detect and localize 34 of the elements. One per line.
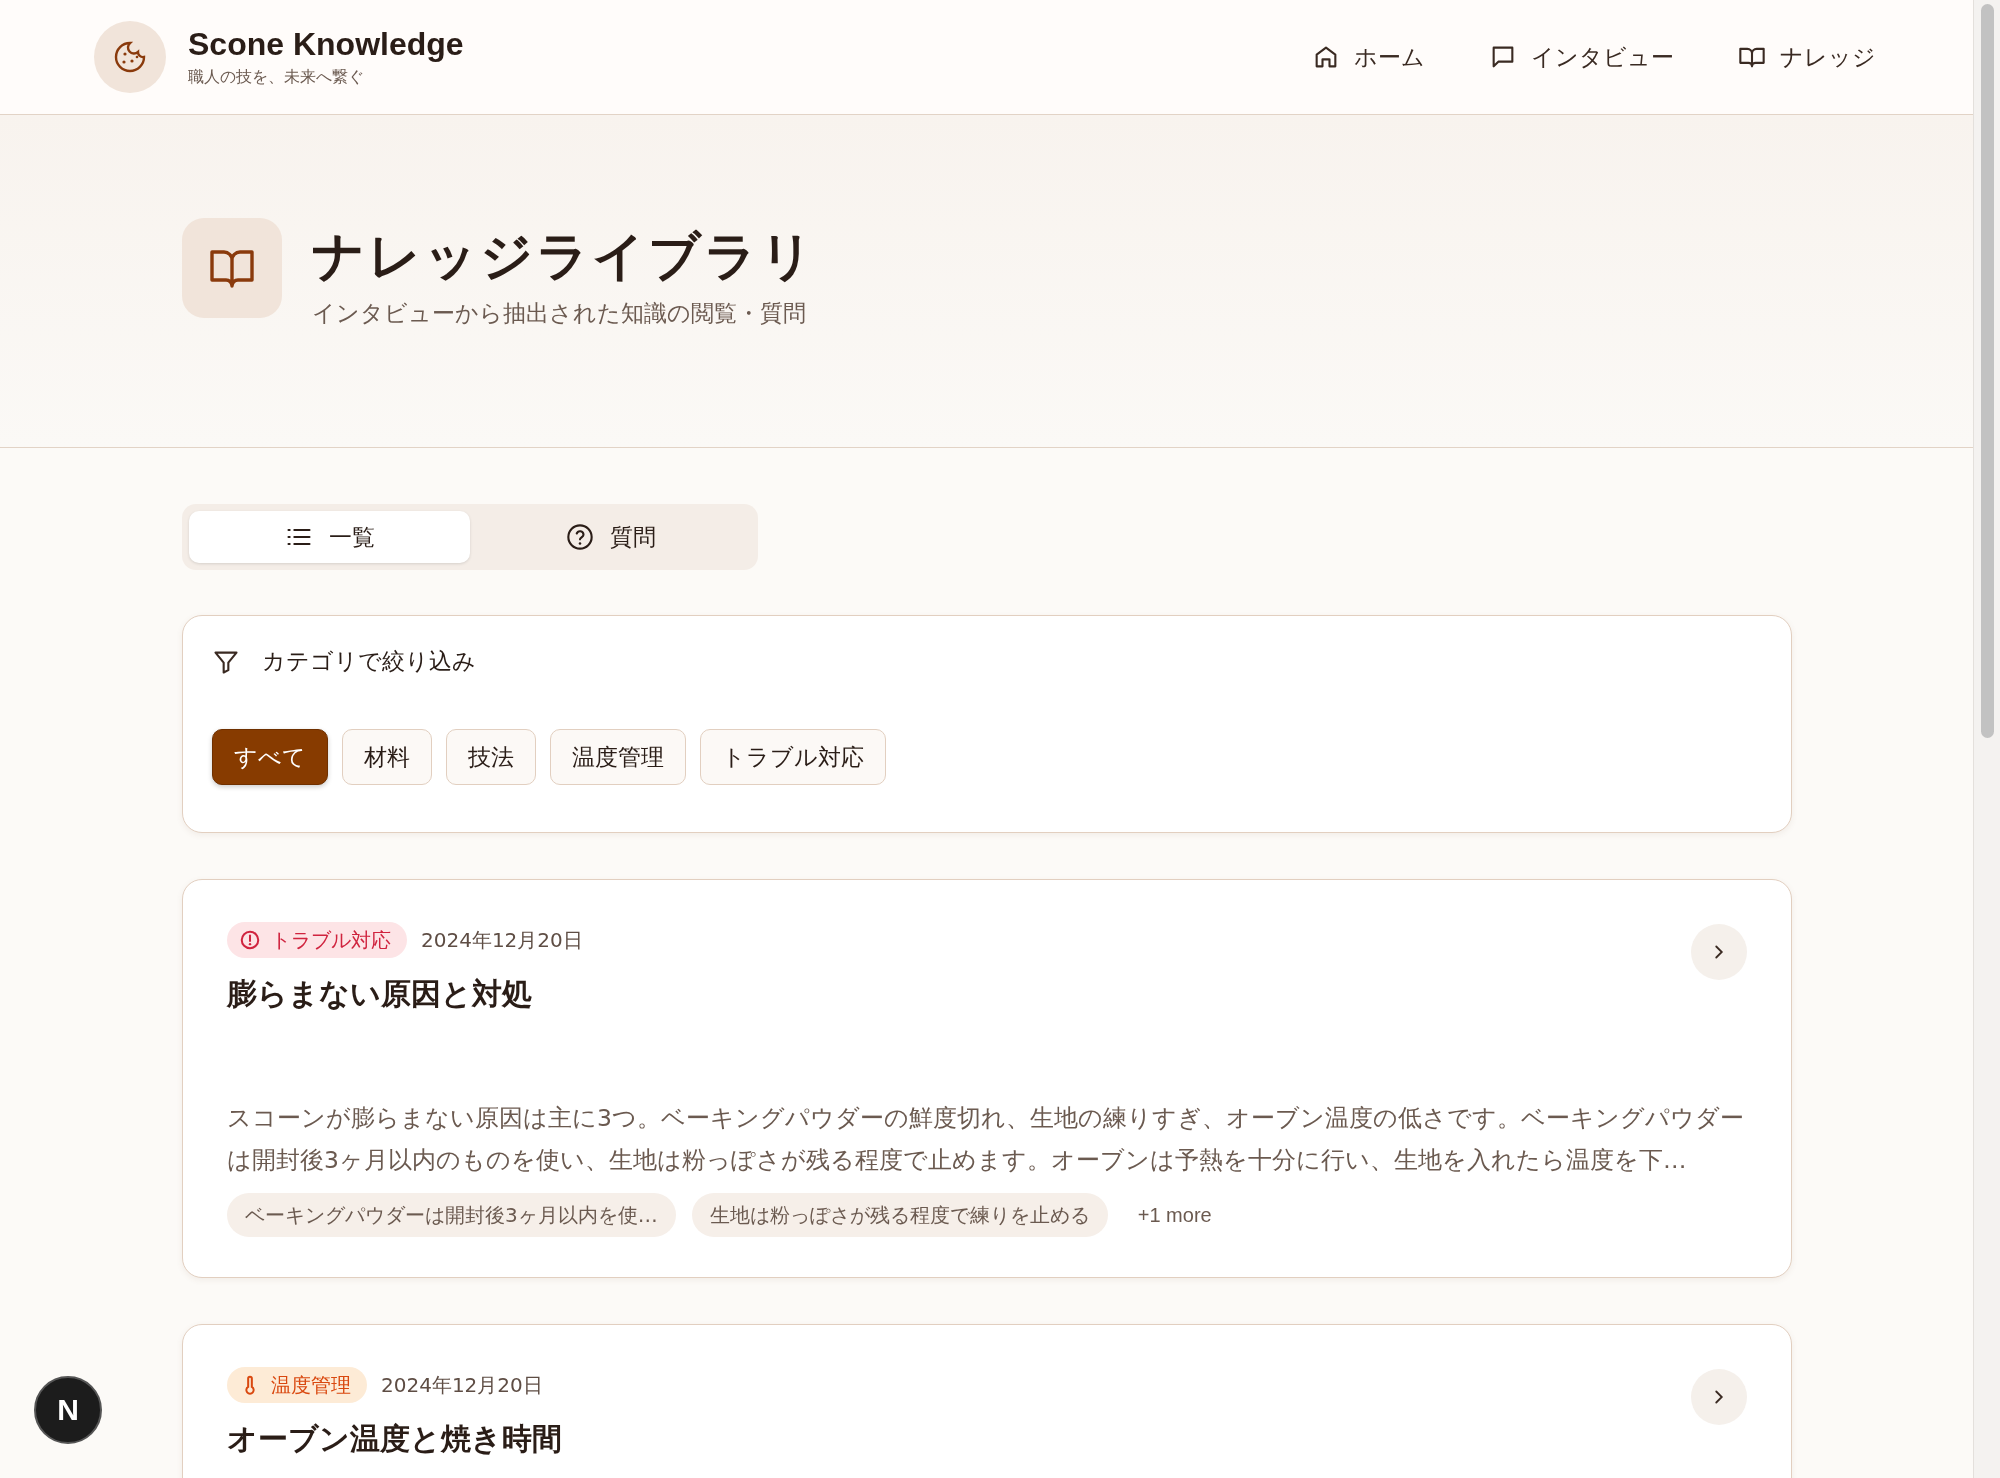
help-icon xyxy=(565,523,594,551)
cookie-icon xyxy=(94,21,166,93)
category-chip[interactable]: 材料 xyxy=(342,729,432,785)
tab[interactable]: 質問 xyxy=(470,511,751,563)
nav-link[interactable]: ナレッジ xyxy=(1738,41,1876,73)
chevron-right-icon[interactable] xyxy=(1691,1369,1747,1425)
filter-label: カテゴリで絞り込み xyxy=(262,647,476,676)
card-title: オーブン温度と焼き時間 xyxy=(227,1420,563,1458)
card-date: 2024年12月20日 xyxy=(421,926,583,954)
key-point-tag: 生地は粉っぽさが残る程度で練りを止める xyxy=(691,1193,1108,1237)
category-chip[interactable]: 技法 xyxy=(446,729,536,785)
app-name: Scone Knowledge xyxy=(188,26,464,63)
chevron-right-icon[interactable] xyxy=(1691,924,1747,980)
category-chip[interactable]: 温度管理 xyxy=(550,729,686,785)
app-tagline: 職人の技を、未来へ繋ぐ xyxy=(188,67,365,88)
card-title: 膨らまない原因と対処 xyxy=(227,975,533,1013)
page-subtitle: インタビューから抽出された知識の閲覧・質問 xyxy=(312,299,807,328)
nav-link[interactable]: インタビュー xyxy=(1489,41,1674,73)
tab[interactable]: 一覧 xyxy=(189,511,470,563)
category-tag: トラブル対応 xyxy=(227,922,407,958)
alert-icon xyxy=(239,929,261,951)
page-title: ナレッジライブラリ xyxy=(312,225,816,288)
card-date: 2024年12月20日 xyxy=(381,1371,543,1399)
more-count: +1 more xyxy=(1137,1203,1212,1227)
book-icon xyxy=(182,218,282,318)
dev-tools-button[interactable]: N xyxy=(34,1376,102,1444)
category-tag: 温度管理 xyxy=(227,1367,367,1403)
knowledge-card[interactable]: 温度管理 2024年12月20日 オーブン温度と焼き時間 xyxy=(182,1324,1792,1478)
nav-link[interactable]: ホーム xyxy=(1312,41,1425,73)
category-chip[interactable]: トラブル対応 xyxy=(700,729,886,785)
key-point-tag: ベーキングパウダーは開封後3ヶ月以内を使… xyxy=(227,1193,676,1237)
card-summary: スコーンが膨らまない原因は主に3つ。ベーキングパウダーの鮮度切れ、生地の練りすぎ、オーブン温度の低さです。ベーキングパウダーは開封後3ヶ月以内のものを使い、生地は粉っぽさが残る程度で止めます。オーブンは予熱を十分に行い、生地を入れたら温度を下… xyxy=(227,1103,1745,1176)
knowledge-card[interactable] xyxy=(182,879,1792,1278)
category-chip[interactable]: すべて xyxy=(212,729,328,785)
